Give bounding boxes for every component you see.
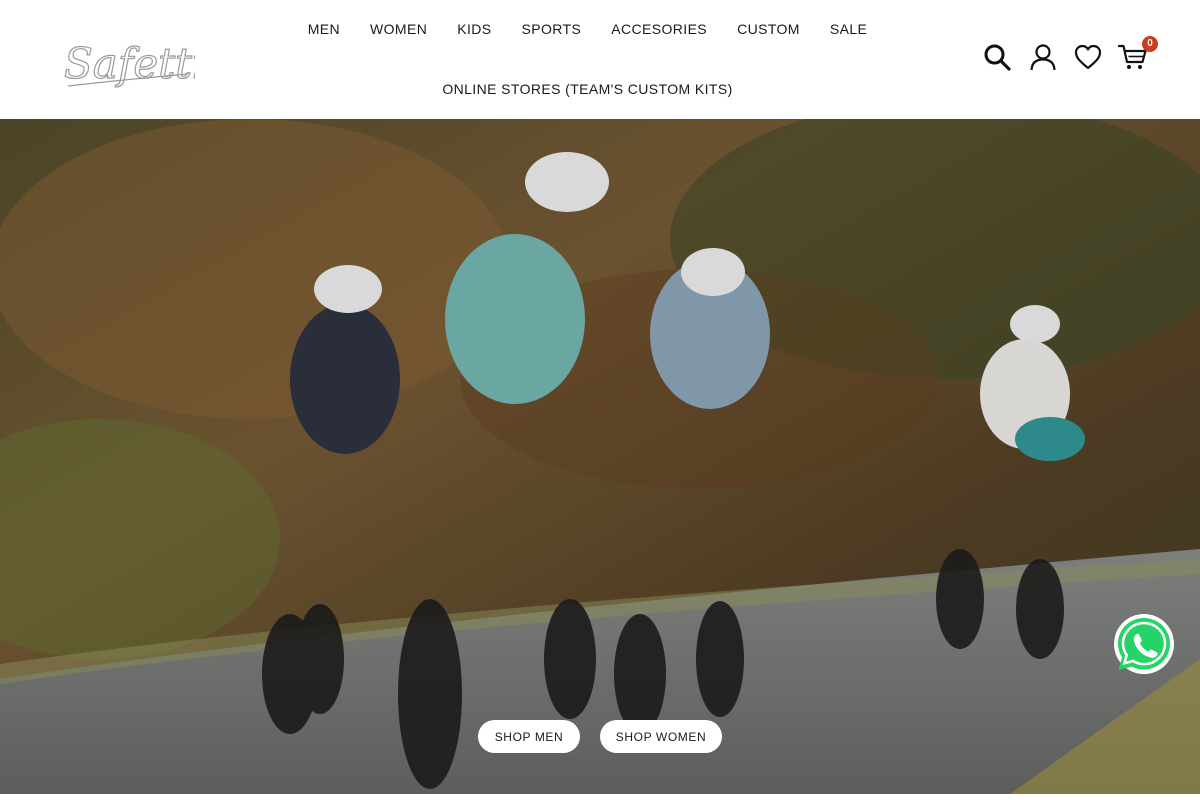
cart-count-badge: 0 <box>1142 36 1158 52</box>
whatsapp-icon[interactable] <box>1112 612 1176 676</box>
site-header: Safetti MEN WOMEN KIDS SPORTS ACCESORIES… <box>0 0 1200 119</box>
heart-icon[interactable] <box>1071 40 1105 74</box>
nav-item-women[interactable]: WOMEN <box>370 18 427 40</box>
nav-item-sale[interactable]: SALE <box>830 18 867 40</box>
svg-text:Safetti: Safetti <box>64 39 195 88</box>
hero-image <box>0 119 1200 794</box>
brand-logo[interactable]: Safetti <box>60 36 206 102</box>
nav-item-sports[interactable]: SPORTS <box>522 18 582 40</box>
nav-item-accesories[interactable]: ACCESORIES <box>611 18 707 40</box>
main-nav-row: MEN WOMEN KIDS SPORTS ACCESORIES CUSTOM … <box>300 18 875 40</box>
nav-item-kids[interactable]: KIDS <box>457 18 491 40</box>
nav-item-custom[interactable]: CUSTOM <box>737 18 800 40</box>
shop-men-button[interactable]: SHOP MEN <box>478 720 580 753</box>
shop-women-button[interactable]: SHOP WOMEN <box>600 720 722 753</box>
main-nav: MEN WOMEN KIDS SPORTS ACCESORIES CUSTOM … <box>300 0 880 119</box>
logo-image: Safetti <box>63 38 206 88</box>
secondary-nav-row: ONLINE STORES (TEAM'S CUSTOM KITS) <box>300 78 875 100</box>
header-icons: 0 <box>980 36 1160 76</box>
search-icon[interactable] <box>980 40 1014 74</box>
hero-banner <box>0 119 1200 794</box>
nav-item-men[interactable]: MEN <box>308 18 340 40</box>
nav-item-online-stores[interactable]: ONLINE STORES (TEAM'S CUSTOM KITS) <box>442 78 732 100</box>
user-icon[interactable] <box>1026 40 1060 74</box>
